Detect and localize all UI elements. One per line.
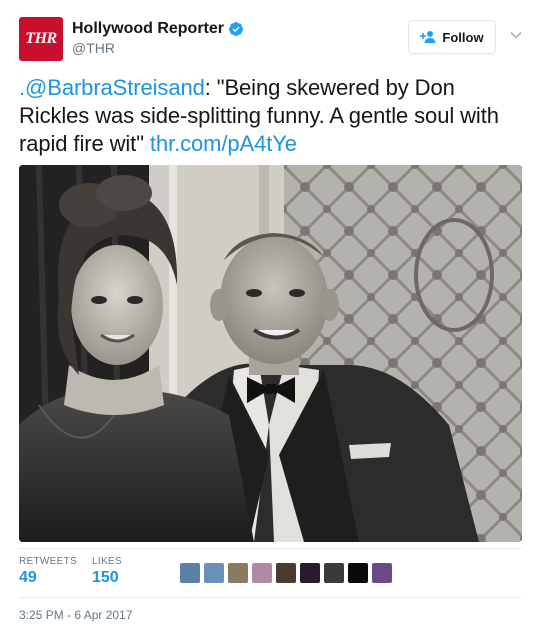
liker-avatar[interactable] [276,563,296,583]
liker-avatars [180,563,396,583]
avatar-logo-text: THR [25,30,57,47]
liker-avatar[interactable] [252,563,272,583]
tweet-text: .@BarbraStreisand: "Being skewered by Do… [19,74,524,158]
photo-illustration [19,165,522,542]
likes-count[interactable]: 150 [92,569,122,587]
tweet-photo[interactable] [19,165,522,542]
chevron-down-icon[interactable] [510,31,522,39]
liker-avatar[interactable] [324,563,344,583]
follow-button[interactable]: Follow [408,20,496,54]
liker-avatar[interactable] [204,563,224,583]
liker-avatar[interactable] [372,563,392,583]
stats-divider-bottom [19,597,522,598]
display-name-row[interactable]: Hollywood Reporter [72,20,244,38]
tweet-url-link[interactable]: thr.com/pA4tYe [150,131,297,156]
liker-avatar[interactable] [348,563,368,583]
stats-divider-top [19,548,522,549]
likes-stat[interactable]: LIKES 150 [92,556,122,587]
mention-link[interactable]: .@BarbraStreisand [19,75,205,100]
retweets-stat[interactable]: RETWEETS 49 [19,556,77,587]
follow-button-label: Follow [442,29,484,45]
display-name[interactable]: Hollywood Reporter [72,20,224,38]
liker-avatar[interactable] [300,563,320,583]
follow-user-icon [420,31,436,43]
tweet-timestamp[interactable]: 3:25 PM - 6 Apr 2017 [19,608,132,622]
likes-label: LIKES [92,556,122,567]
retweets-label: RETWEETS [19,556,77,567]
verified-badge-icon [229,22,244,36]
liker-avatar[interactable] [228,563,248,583]
retweets-count[interactable]: 49 [19,569,77,587]
account-avatar[interactable]: THR [19,17,63,61]
liker-avatar[interactable] [180,563,200,583]
account-handle[interactable]: @THR [72,40,115,56]
